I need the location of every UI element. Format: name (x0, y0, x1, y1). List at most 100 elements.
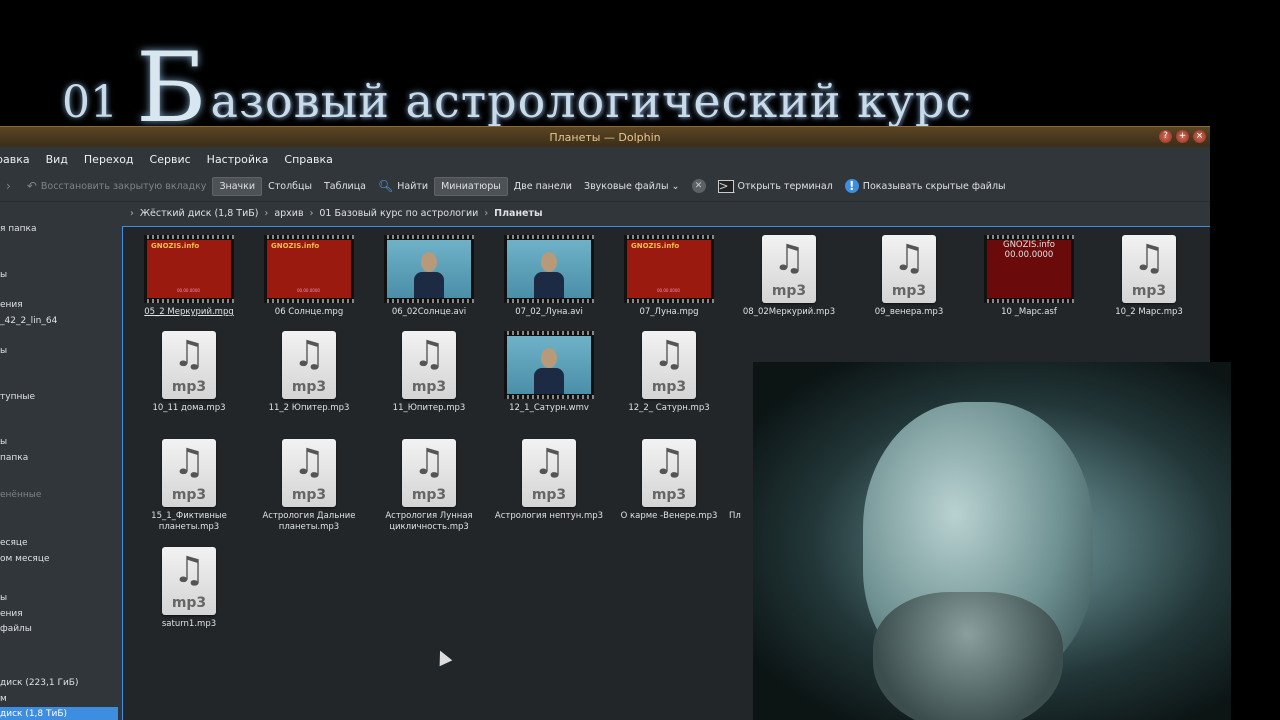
sidebar-item[interactable]: файлы (0, 624, 32, 634)
file-extension-label: mp3 (531, 487, 567, 503)
file-item[interactable]: GNOZIS.info 00.00.0000 05_2 Меркурий.mpg (129, 235, 249, 318)
banner-text: азовый астрологический курс (210, 74, 973, 128)
sidebar-item-selected[interactable]: диск (1,8 ТиБ) (0, 707, 118, 720)
file-item[interactable]: 12_1_Сатурн.wmv (489, 331, 609, 414)
file-item[interactable]: ♫ mp3 12_2_ Сатурн.mp3 (609, 331, 729, 414)
breadcrumb: › Жёсткий диск (1,8 ТиБ) › архив › 01 Ба… (124, 204, 543, 222)
sidebar-item[interactable]: ы (0, 270, 7, 280)
window-controls: ? + × (1159, 130, 1206, 143)
film-strip (264, 299, 354, 303)
sidebar-item[interactable]: есяце (0, 538, 28, 548)
sidebar-item[interactable]: тупные (0, 392, 35, 402)
file-item[interactable]: ♫ mp3 09_венера.mp3 (849, 235, 969, 318)
music-note-icon: ♫ (532, 442, 566, 483)
file-item[interactable]: ♫ mp3 10_11 дома.mp3 (129, 331, 249, 414)
film-strip (384, 299, 474, 303)
file-name: 10 _Марс.asf (1001, 307, 1057, 317)
file-item[interactable]: ♫ mp3 10_2 Марс.mp3 (1089, 235, 1209, 318)
menu-edit[interactable]: равка (0, 153, 38, 166)
thumbnails-button[interactable]: Миниатюры (434, 176, 508, 196)
terminal-icon: >_ (717, 178, 735, 193)
audio-file-icon: ♫ mp3 (162, 547, 216, 615)
view-table-button[interactable]: Таблица (318, 178, 372, 195)
breadcrumb-current[interactable]: Планеты (494, 208, 542, 219)
maximize-window-icon[interactable]: + (1176, 130, 1189, 143)
sidebar-item[interactable]: папка (0, 453, 28, 463)
view-columns-button[interactable]: Столбцы (262, 178, 318, 195)
restore-tab-label: Восстановить закрытую вкладку (40, 180, 207, 192)
file-item[interactable]: ♫ mp3 saturn1.mp3 (129, 547, 249, 630)
file-item[interactable]: ♫ mp3 15_1_Фиктивные планеты.mp3 (129, 439, 249, 533)
video-thumbnail (384, 235, 474, 303)
video-frame: GNOZIS.info 00.00.0000 (147, 240, 231, 298)
two-panels-button[interactable]: Две панели (508, 178, 578, 195)
breadcrumb-item[interactable]: 01 Базовый курс по астрологии (319, 208, 478, 219)
menu-settings[interactable]: Настройка (199, 153, 277, 166)
show-hidden-button[interactable]: ! Показывать скрытые файлы (839, 176, 1012, 196)
open-terminal-button[interactable]: >_ Открыть терминал (712, 177, 839, 196)
breadcrumb-item[interactable]: Жёсткий диск (1,8 ТиБ) (140, 208, 259, 219)
file-item[interactable]: 06_02Солнце.avi (369, 235, 489, 318)
file-item[interactable]: ♫ mp3 11_2 Юпитер.mp3 (249, 331, 369, 414)
close-window-icon[interactable]: × (1193, 130, 1206, 143)
video-logo: GNOZIS.info (151, 242, 200, 250)
menu-help[interactable]: Справка (276, 153, 340, 166)
breadcrumb-item[interactable]: архив (274, 208, 303, 219)
file-item[interactable]: 07_02_Луна.avi (489, 235, 609, 318)
file-item[interactable]: ♫ mp3 Астрология Дальние планеты.mp3 (249, 439, 369, 533)
restore-tab-button[interactable]: ↶ Восстановить закрытую вкладку (21, 176, 213, 196)
sidebar-item[interactable]: диск (223,1 ГиБ) (0, 678, 78, 688)
file-item[interactable]: GNOZIS.info 00.00.0000 07_Луна.mpg (609, 235, 729, 318)
file-name: 10_2 Марс.mp3 (1115, 307, 1183, 317)
file-extension-label: mp3 (171, 379, 207, 395)
person-figure (412, 251, 446, 298)
video-thumbnail: GNOZIS.info 00.00.0000 (144, 235, 234, 303)
file-item[interactable]: ♫ mp3 08_02Меркурий.mp3 (729, 235, 849, 318)
view-icons-button[interactable]: Значки (212, 176, 263, 196)
sidebar-item[interactable]: _42_2_lin_64 (0, 316, 57, 326)
menu-tools[interactable]: Сервис (142, 153, 199, 166)
file-item[interactable]: GNOZIS.info 00.00.0000 06 Солнце.mpg (249, 235, 369, 318)
sidebar-item[interactable]: ения (0, 300, 23, 310)
sidebar-item[interactable]: ения (0, 609, 23, 619)
file-item[interactable]: ♫ mp3 О карме -Венере.mp3 (609, 439, 729, 522)
sidebar-item[interactable]: я папка (0, 224, 37, 234)
video-logo: GNOZIS.info (271, 242, 320, 250)
sidebar-item[interactable]: ы (0, 346, 7, 356)
music-note-icon: ♫ (292, 442, 326, 483)
audio-files-filter-button[interactable]: Звуковые файлы ⌄ (578, 178, 686, 195)
chevron-down-icon: ⌄ (668, 180, 680, 192)
file-extension-label: mp3 (891, 283, 927, 299)
sidebar-item[interactable]: ы (0, 593, 7, 603)
find-button[interactable]: 🔍︎ Найти (372, 176, 434, 196)
search-icon: 🔍︎ (378, 179, 394, 193)
file-item[interactable]: ♫ mp3 11_Юпитер.mp3 (369, 331, 489, 414)
chevron-right-icon: › (264, 207, 269, 219)
file-name: 05_2 Меркурий.mpg (144, 307, 234, 317)
clear-filter-button[interactable]: ✕ (686, 176, 712, 196)
file-item[interactable]: GNOZIS.info 00.00.0000 10 _Марс.asf (969, 235, 1089, 318)
video-title-banner: 01 Б азовый астрологический курс (62, 28, 973, 136)
chevron-right-icon: › (6, 179, 11, 193)
file-item[interactable]: ♫ mp3 Астрология нептун.mp3 (489, 439, 609, 522)
file-name: 12_1_Сатурн.wmv (509, 403, 589, 413)
file-item[interactable]: ♫ mp3 Астрология Лунная цикличность.mp3 (369, 439, 489, 533)
file-extension-label: mp3 (651, 487, 687, 503)
sidebar-heading: енённые (0, 490, 42, 500)
sidebar-item[interactable]: ы (0, 437, 7, 447)
file-extension-label: mp3 (291, 379, 327, 395)
sidebar-item[interactable]: ом месяце (0, 554, 50, 564)
file-extension-label: mp3 (411, 487, 447, 503)
music-note-icon: ♫ (412, 442, 446, 483)
title-bar[interactable]: Планеты — Dolphin ? + × (0, 126, 1210, 147)
film-strip (504, 395, 594, 399)
menu-view[interactable]: Вид (38, 153, 76, 166)
file-name: 10_11 дома.mp3 (152, 403, 226, 413)
music-note-icon: ♫ (292, 334, 326, 375)
menu-go[interactable]: Переход (76, 153, 142, 166)
forward-button[interactable]: › (0, 176, 21, 196)
help-window-icon[interactable]: ? (1159, 130, 1172, 143)
sidebar-item[interactable]: м (0, 694, 7, 704)
audio-file-icon: ♫ mp3 (162, 331, 216, 399)
file-name: 08_02Меркурий.mp3 (742, 307, 836, 317)
